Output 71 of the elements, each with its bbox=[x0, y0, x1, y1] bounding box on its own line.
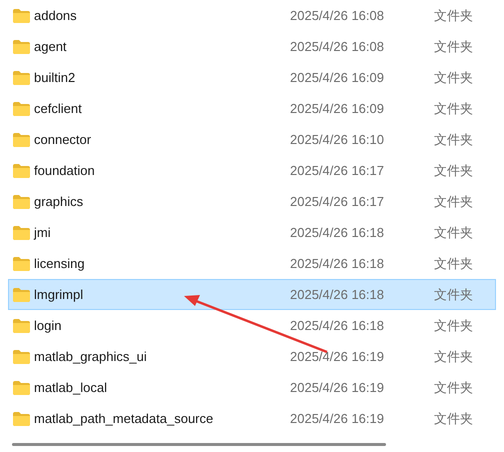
modified-date: 2025/4/26 16:18 bbox=[290, 287, 385, 302]
folder-icon bbox=[13, 226, 30, 240]
modified-date: 2025/4/26 16:18 bbox=[290, 318, 385, 333]
file-name: matlab_graphics_ui bbox=[34, 349, 148, 364]
modified-date: 2025/4/26 16:08 bbox=[290, 39, 385, 54]
folder-icon bbox=[13, 8, 30, 22]
file-type: 文件夹 bbox=[434, 162, 473, 180]
file-type: 文件夹 bbox=[434, 100, 473, 118]
file-row[interactable]: matlab_graphics_ui 2025/4/26 16:19 文件夹 bbox=[8, 341, 496, 372]
file-row[interactable]: lmgrimpl 2025/4/26 16:18 文件夹 bbox=[8, 279, 496, 310]
file-name: matlab_path_metadata_source bbox=[34, 411, 214, 426]
modified-date: 2025/4/26 16:09 bbox=[290, 70, 385, 85]
file-type: 文件夹 bbox=[434, 224, 473, 242]
file-type: 文件夹 bbox=[434, 68, 473, 86]
modified-date: 2025/4/26 16:18 bbox=[290, 256, 385, 271]
file-row[interactable]: builtin2 2025/4/26 16:09 文件夹 bbox=[8, 62, 496, 93]
file-name: jmi bbox=[34, 225, 52, 240]
file-name: login bbox=[34, 318, 62, 333]
folder-icon bbox=[13, 164, 30, 178]
folder-icon bbox=[13, 194, 30, 208]
folder-icon bbox=[13, 132, 30, 146]
file-row[interactable]: login 2025/4/26 16:18 文件夹 bbox=[8, 310, 496, 341]
folder-icon bbox=[13, 288, 30, 302]
modified-date: 2025/4/26 16:17 bbox=[290, 194, 385, 209]
file-type: 文件夹 bbox=[434, 130, 473, 148]
file-type: 文件夹 bbox=[434, 378, 473, 396]
modified-date: 2025/4/26 16:17 bbox=[290, 163, 385, 178]
file-name: agent bbox=[34, 39, 68, 54]
folder-icon bbox=[13, 380, 30, 394]
file-name: graphics bbox=[34, 194, 84, 209]
scrollbar[interactable] bbox=[12, 443, 386, 446]
file-type: 文件夹 bbox=[434, 192, 473, 210]
file-row[interactable]: addons 2025/4/26 16:08 文件夹 bbox=[8, 0, 496, 31]
file-name: foundation bbox=[34, 163, 96, 178]
file-type: 文件夹 bbox=[434, 410, 473, 428]
file-row[interactable]: licensing 2025/4/26 16:18 文件夹 bbox=[8, 248, 496, 279]
file-name: licensing bbox=[34, 256, 86, 271]
modified-date: 2025/4/26 16:19 bbox=[290, 380, 385, 395]
folder-icon bbox=[13, 412, 30, 426]
file-row[interactable]: connector 2025/4/26 16:10 文件夹 bbox=[8, 124, 496, 155]
modified-date: 2025/4/26 16:09 bbox=[290, 101, 385, 116]
file-type: 文件夹 bbox=[434, 316, 473, 334]
file-name: builtin2 bbox=[34, 70, 76, 85]
file-name: matlab_local bbox=[34, 380, 108, 395]
file-row[interactable]: agent 2025/4/26 16:08 文件夹 bbox=[8, 31, 496, 62]
folder-icon bbox=[13, 40, 30, 54]
file-row[interactable]: matlab_local 2025/4/26 16:19 文件夹 bbox=[8, 372, 496, 403]
modified-date: 2025/4/26 16:10 bbox=[290, 132, 385, 147]
modified-date: 2025/4/26 16:19 bbox=[290, 411, 385, 426]
file-name: lmgrimpl bbox=[34, 287, 84, 302]
folder-icon bbox=[13, 102, 30, 116]
file-type: 文件夹 bbox=[434, 254, 473, 272]
folder-icon bbox=[13, 256, 30, 270]
file-row[interactable]: matlab_path_metadata_source 2025/4/26 16:19 文件夹 bbox=[8, 403, 496, 434]
file-row[interactable]: cefclient 2025/4/26 16:09 文件夹 bbox=[8, 93, 496, 124]
file-name: addons bbox=[34, 8, 78, 23]
file-type: 文件夹 bbox=[434, 6, 473, 24]
folder-icon bbox=[13, 350, 30, 364]
file-type: 文件夹 bbox=[434, 38, 473, 56]
file-row[interactable]: foundation 2025/4/26 16:17 文件夹 bbox=[8, 155, 496, 186]
file-type: 文件夹 bbox=[434, 348, 473, 366]
folder-icon bbox=[13, 318, 30, 332]
file-row[interactable]: graphics 2025/4/26 16:17 文件夹 bbox=[8, 186, 496, 217]
file-name: connector bbox=[34, 132, 92, 147]
file-name: cefclient bbox=[34, 101, 83, 116]
file-row[interactable]: jmi 2025/4/26 16:18 文件夹 bbox=[8, 217, 496, 248]
modified-date: 2025/4/26 16:19 bbox=[290, 349, 385, 364]
folder-icon bbox=[13, 70, 30, 84]
modified-date: 2025/4/26 16:18 bbox=[290, 225, 385, 240]
modified-date: 2025/4/26 16:08 bbox=[290, 8, 385, 23]
file-type: 文件夹 bbox=[434, 286, 473, 304]
